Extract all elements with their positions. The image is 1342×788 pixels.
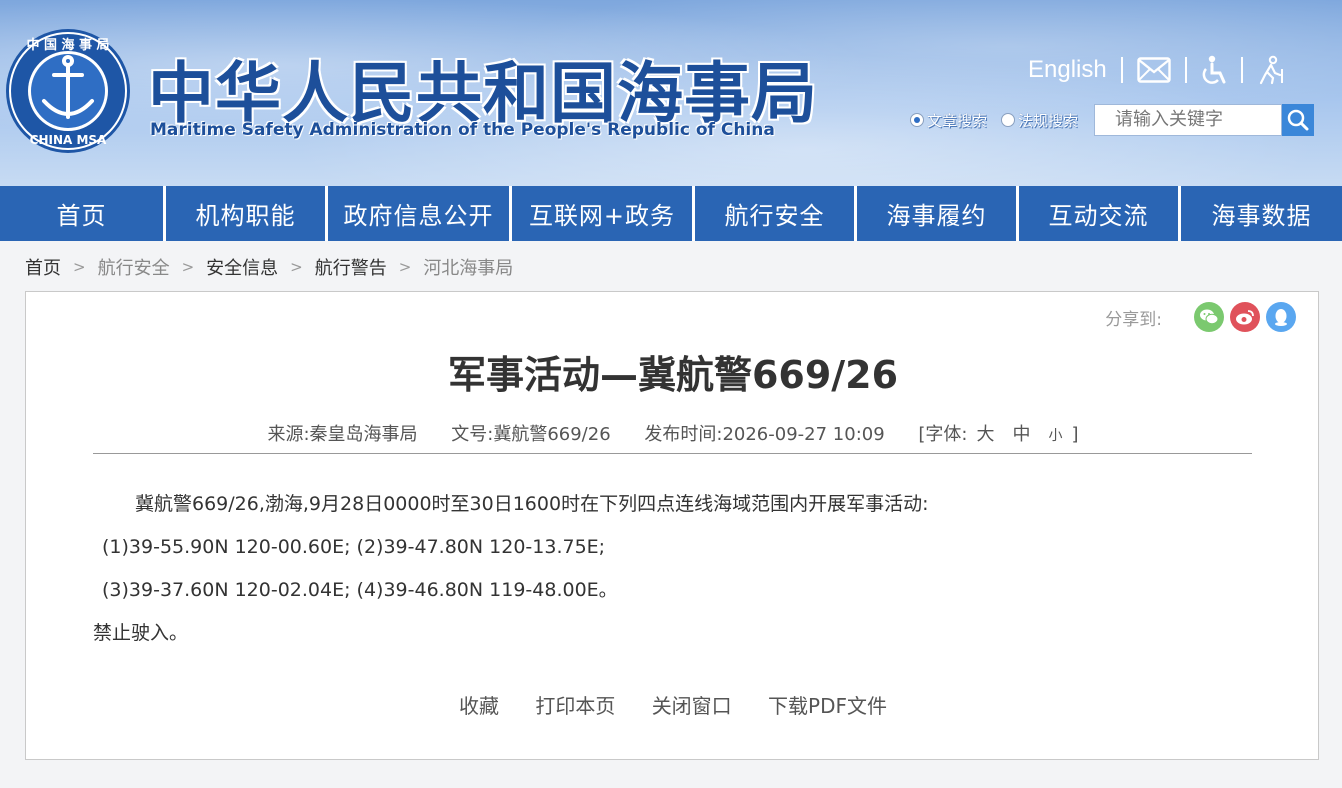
search-icon xyxy=(1287,109,1309,131)
mail-icon[interactable] xyxy=(1137,57,1171,83)
print-link[interactable]: 打印本页 xyxy=(535,694,615,718)
radio-button[interactable] xyxy=(1001,113,1016,127)
breadcrumb-separator: > xyxy=(73,258,86,276)
nav-item-data[interactable]: 海事数据 xyxy=(1181,186,1342,241)
weibo-icon[interactable] xyxy=(1230,302,1260,332)
article-paragraph: (1)39-55.90N 120-00.60E; (2)39-47.80N 12… xyxy=(102,536,606,558)
search-input[interactable]: 请输入关键字 xyxy=(1094,104,1283,136)
breadcrumb-separator: > xyxy=(398,258,412,276)
article-paragraph: 冀航警669/26,渤海,9月28日0000时至30日1600时在下列四点连线海… xyxy=(135,493,929,515)
breadcrumb-separator: > xyxy=(181,258,195,276)
search-option-law[interactable]: 法规搜索 xyxy=(1001,110,1078,131)
article-title: 军事活动—冀航警669/26 xyxy=(447,353,899,397)
header-top-links: English xyxy=(1028,54,1285,86)
search-bar: 文章搜索 法规搜索 请输入关键字 xyxy=(910,104,1315,136)
close-window-link[interactable]: 关闭窗口 xyxy=(652,694,732,718)
qq-icon[interactable] xyxy=(1266,302,1296,332)
search-button[interactable] xyxy=(1282,104,1315,136)
nav-item-compliance[interactable]: 海事履约 xyxy=(857,186,1016,241)
breadcrumb: 首页 > 航行安全 > 安全信息 > 航行警告 > 河北海事局 xyxy=(25,253,513,281)
font-size-medium[interactable]: 中 xyxy=(1013,424,1031,445)
divider xyxy=(1184,57,1187,83)
nav-item-gov-info[interactable]: 政府信息公开 xyxy=(328,186,509,241)
divider xyxy=(1240,57,1243,83)
nav-item-navigation-safety[interactable]: 航行安全 xyxy=(695,186,854,241)
msa-logo[interactable]: 中 国 海 事 局 CHINA MSA xyxy=(4,27,132,155)
accessibility-icon[interactable] xyxy=(1201,55,1227,85)
radio-label: 法规搜索 xyxy=(1018,111,1079,130)
share-label: 分享到: xyxy=(1105,309,1162,330)
font-size-switcher: [字体: 大中 小] xyxy=(918,424,1078,445)
article-publish-time: 发布时间:2026-09-27 10:09 xyxy=(644,424,885,445)
main-nav: 首页 机构职能 政府信息公开 互联网+政务 航行安全 海事履约 互动交流 海事数… xyxy=(0,186,1342,241)
article-doc-number: 文号:冀航警669/26 xyxy=(451,424,611,445)
article-panel: 分享到: 军事活动—冀航警669/26 来源:秦皇岛海事局 文号:冀航警669/… xyxy=(25,291,1319,760)
english-link[interactable]: English xyxy=(1028,56,1107,84)
favorite-link[interactable]: 收藏 xyxy=(459,694,499,718)
article-paragraph: 禁止驶入。 xyxy=(93,622,189,644)
radio-button[interactable] xyxy=(910,113,924,127)
download-pdf-link[interactable]: 下载PDF文件 xyxy=(768,694,887,718)
share-bar: 分享到: xyxy=(1105,302,1296,332)
radio-label: 文章搜索 xyxy=(927,111,988,130)
font-size-label: [字体: xyxy=(918,424,968,445)
wechat-icon[interactable] xyxy=(1194,302,1224,332)
breadcrumb-hebei-msa[interactable]: 河北海事局 xyxy=(423,254,513,280)
font-size-large[interactable]: 大 xyxy=(977,424,995,445)
article-meta: 来源:秦皇岛海事局 文号:冀航警669/26 发布时间:2026-09-27 1… xyxy=(26,420,1320,446)
divider xyxy=(1120,57,1123,83)
article-body: 冀航警669/26,渤海,9月28日0000时至30日1600时在下列四点连线海… xyxy=(93,483,1252,655)
breadcrumb-home[interactable]: 首页 xyxy=(25,254,61,280)
nav-item-home[interactable]: 首页 xyxy=(0,186,163,241)
article-source: 来源:秦皇岛海事局 xyxy=(267,424,418,445)
nav-item-interaction[interactable]: 互动交流 xyxy=(1019,186,1178,241)
svg-text:CHINA MSA: CHINA MSA xyxy=(30,133,107,147)
font-size-close: ] xyxy=(1071,424,1079,445)
site-title-en: Maritime Safety Administration of the Pe… xyxy=(150,120,775,140)
nav-item-functions[interactable]: 机构职能 xyxy=(166,186,325,241)
breadcrumb-safety-info[interactable]: 安全信息 xyxy=(206,254,278,280)
article-actions: 收藏 打印本页 关闭窗口 下载PDF文件 xyxy=(26,690,1320,719)
site-header: 中 国 海 事 局 CHINA MSA 中华人民共和国海事局 Maritime … xyxy=(0,0,1342,186)
article-paragraph: (3)39-37.60N 120-02.04E; (4)39-46.80N 11… xyxy=(102,579,618,601)
meta-divider xyxy=(93,453,1252,454)
svg-text:中 国 海 事 局: 中 国 海 事 局 xyxy=(26,37,109,53)
nav-item-internet-gov[interactable]: 互联网+政务 xyxy=(512,186,692,241)
font-size-small[interactable]: 小 xyxy=(1049,428,1063,444)
breadcrumb-warnings[interactable]: 航行警告 xyxy=(315,254,387,280)
search-option-article[interactable]: 文章搜索 xyxy=(910,110,987,131)
breadcrumb-navigation-safety[interactable]: 航行安全 xyxy=(98,254,170,280)
elder-mode-icon[interactable] xyxy=(1257,55,1285,85)
breadcrumb-separator: > xyxy=(290,258,303,276)
